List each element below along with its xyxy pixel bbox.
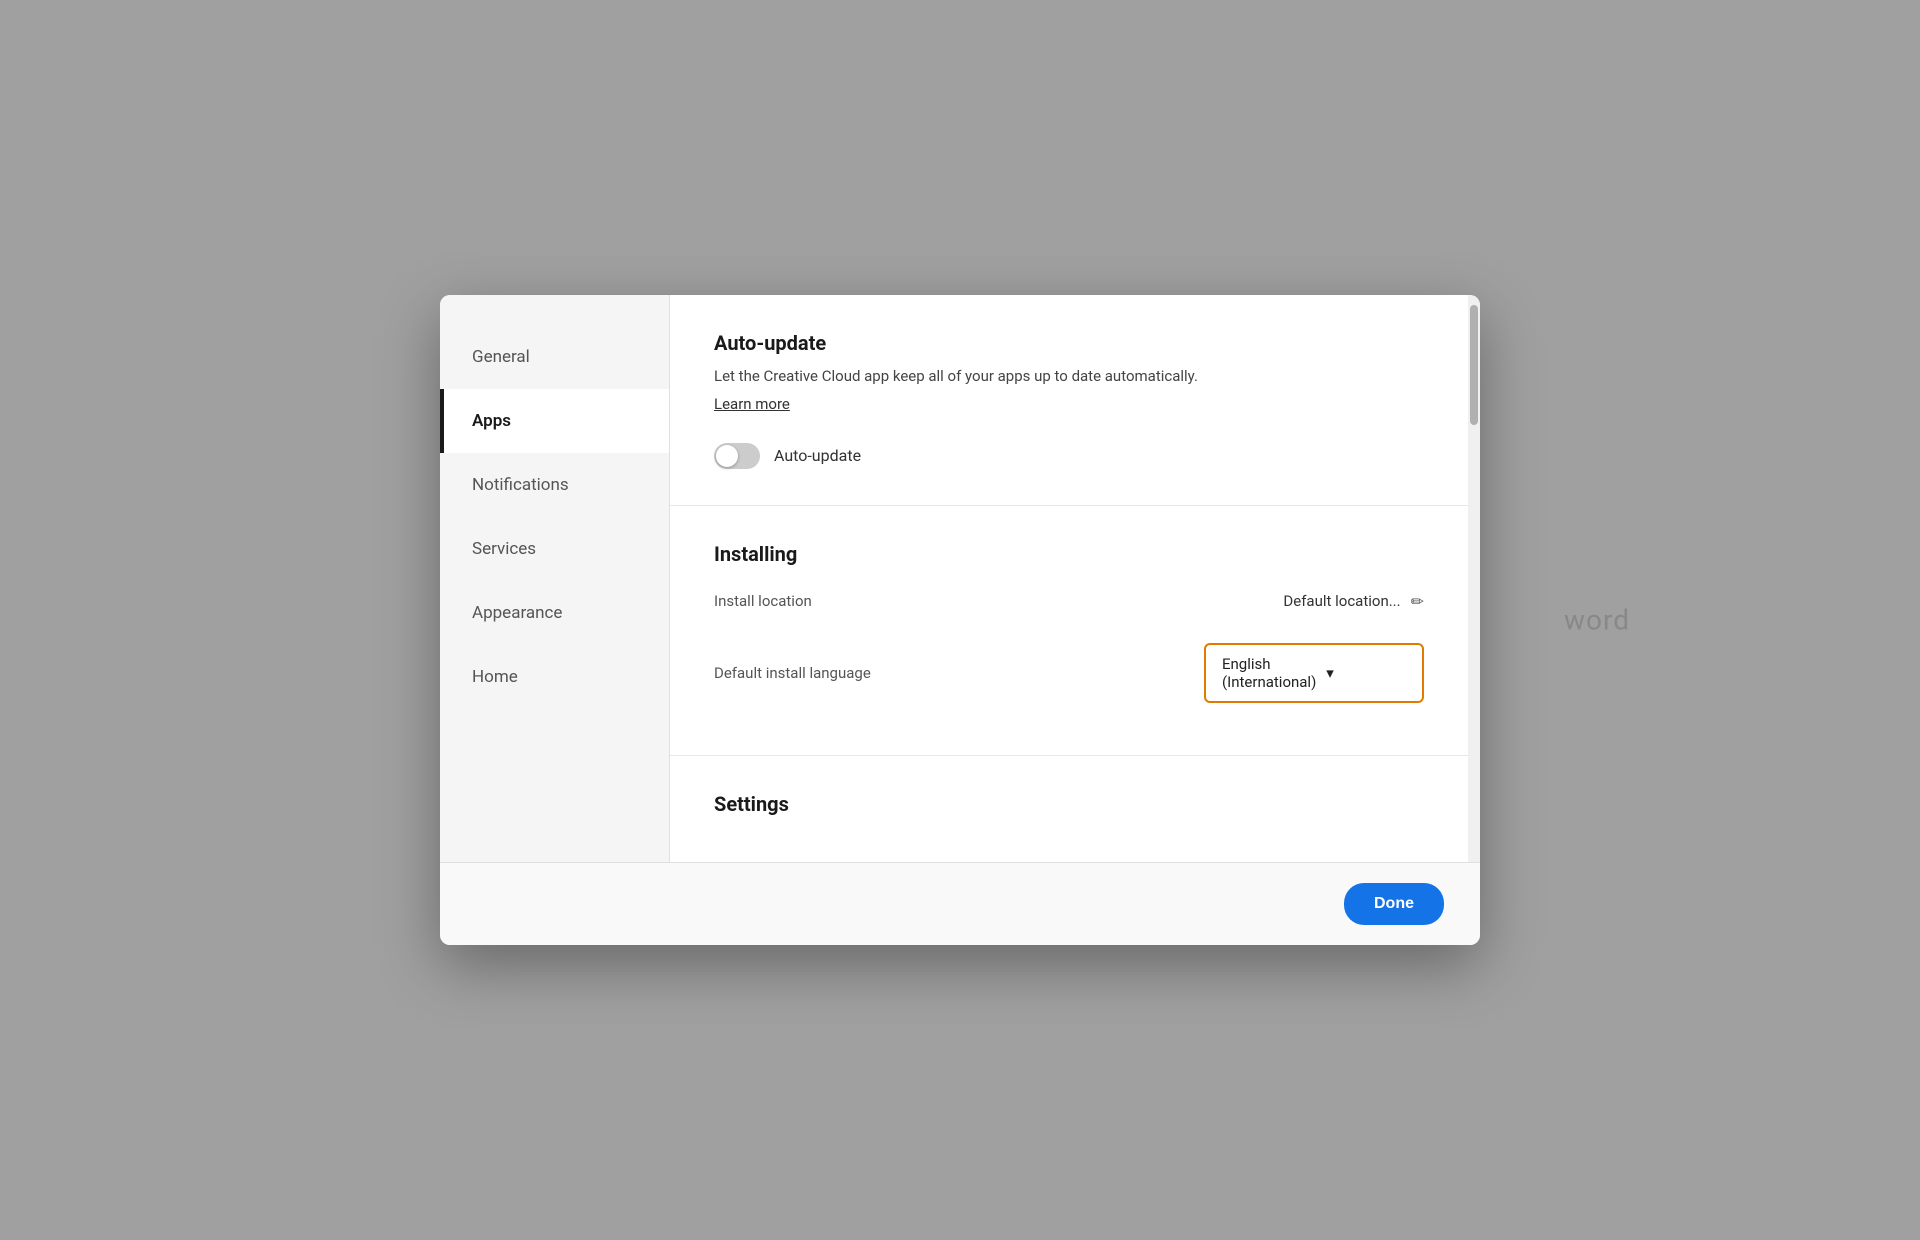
language-dropdown[interactable]: English (International) ▾ [1204,643,1424,703]
language-value: English (International) [1222,655,1316,691]
auto-update-toggle-row: Auto-update [714,443,1424,469]
auto-update-title: Auto-update [714,331,1424,355]
install-location-row: Install location Default location... ✏ [714,576,1424,627]
install-location-label: Install location [714,592,812,610]
toggle-knob [716,445,738,467]
dialog-overlay: word General Apps Notifications Services… [0,0,1920,1240]
sidebar-item-services[interactable]: Services [440,517,669,581]
preferences-dialog: General Apps Notifications Services Appe… [440,295,1480,945]
auto-update-section: Auto-update Let the Creative Cloud app k… [670,295,1468,506]
settings-section: Settings [670,756,1468,862]
learn-more-link[interactable]: Learn more [714,395,790,413]
settings-title: Settings [714,792,1424,816]
dialog-body: General Apps Notifications Services Appe… [440,295,1480,862]
auto-update-toggle-label: Auto-update [774,446,861,465]
installing-title: Installing [714,542,1424,566]
auto-update-description: Let the Creative Cloud app keep all of y… [714,365,1424,388]
install-location-value: Default location... [1283,592,1400,610]
auto-update-toggle[interactable] [714,443,760,469]
scrollbar-thumb[interactable] [1470,305,1478,425]
default-language-row: Default install language English (Intern… [714,627,1424,719]
sidebar-item-apps[interactable]: Apps [440,389,669,453]
main-content: Auto-update Let the Creative Cloud app k… [670,295,1468,862]
sidebar-item-appearance[interactable]: Appearance [440,581,669,645]
dialog-footer: Done [440,862,1480,945]
background-hint-text: word [1564,604,1630,637]
done-button[interactable]: Done [1344,883,1444,925]
default-language-label: Default install language [714,664,871,682]
installing-section: Installing Install location Default loca… [670,506,1468,756]
sidebar-item-notifications[interactable]: Notifications [440,453,669,517]
pencil-icon[interactable]: ✏ [1411,592,1424,611]
sidebar-item-home[interactable]: Home [440,645,669,709]
sidebar: General Apps Notifications Services Appe… [440,295,670,862]
install-location-value-group: Default location... ✏ [1283,592,1424,611]
sidebar-item-general[interactable]: General [440,325,669,389]
dropdown-chevron-icon: ▾ [1326,664,1406,682]
scrollbar-track[interactable] [1468,295,1480,862]
